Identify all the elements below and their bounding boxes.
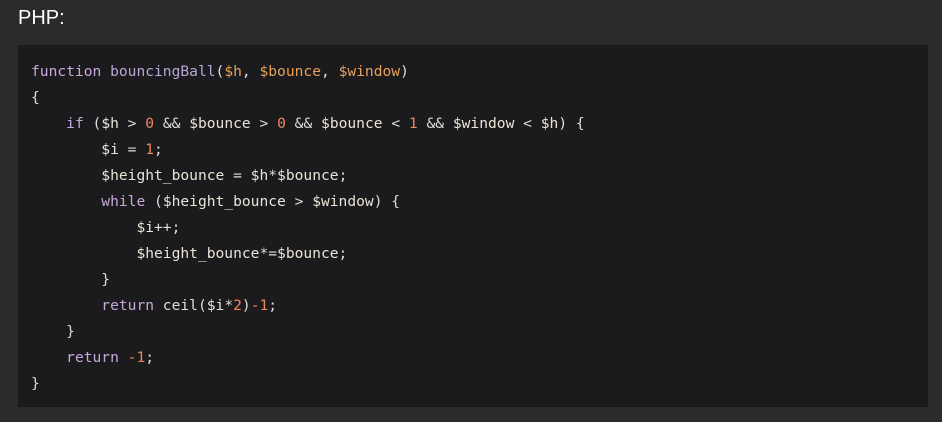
code-token: return	[66, 349, 119, 366]
code-token: $height_bounce	[101, 167, 225, 184]
code-token: ;	[338, 245, 348, 262]
code-token: while	[101, 193, 146, 210]
code-token: }	[31, 375, 40, 392]
code-token: 0	[277, 115, 286, 132]
code-token: =	[118, 141, 146, 158]
code-token: $bounce	[277, 245, 339, 262]
code-line: }	[31, 319, 585, 345]
code-token: return	[101, 297, 155, 314]
code-token: ;	[268, 297, 278, 314]
code-token: ) {	[558, 115, 585, 132]
php-code[interactable]: function bouncingBall($h, $bounce, $wind…	[31, 59, 585, 397]
code-token: 1	[408, 115, 418, 132]
code-token: ceil(	[154, 297, 207, 314]
code-token: -1	[127, 349, 146, 366]
code-token: }	[101, 271, 111, 288]
code-token: (	[215, 63, 225, 80]
code-token: $h	[224, 63, 242, 80]
code-token: $h	[540, 115, 559, 132]
code-line: $i = 1;	[31, 137, 585, 163]
code-line: $height_bounce*=$bounce;	[31, 241, 585, 267]
code-token: =	[224, 167, 251, 184]
code-line: {	[31, 85, 585, 111]
code-token: )	[400, 63, 409, 80]
code-line: return -1;	[31, 345, 585, 371]
code-token: &&	[154, 115, 190, 132]
code-token: $height_bounce	[162, 193, 286, 210]
code-block[interactable]: function bouncingBall($h, $bounce, $wind…	[18, 45, 928, 407]
code-token: )	[241, 297, 251, 314]
code-line: while ($height_bounce > $window) {	[31, 189, 585, 215]
code-line: $height_bounce = $h*$bounce;	[31, 163, 585, 189]
code-token: >	[118, 115, 146, 132]
code-line: $i++;	[31, 215, 585, 241]
code-token: (	[145, 193, 163, 210]
code-token: $window	[338, 63, 401, 80]
code-token: }	[66, 323, 75, 340]
code-token: ;	[154, 141, 163, 158]
code-line: if ($h > 0 && $bounce > 0 && $bounce < 1…	[31, 111, 585, 137]
code-token: ++;	[154, 219, 181, 236]
next-section-text-cutoff	[18, 412, 198, 422]
code-token: {	[31, 89, 40, 106]
code-token: &&	[285, 115, 322, 132]
code-token: <	[514, 115, 541, 132]
code-token: 2	[233, 297, 242, 314]
code-token: $window	[312, 193, 374, 210]
code-token: $bounce	[189, 115, 251, 132]
code-token: 0	[145, 115, 155, 132]
code-token: 1	[145, 141, 155, 158]
code-token: *	[268, 167, 278, 184]
language-label: PHP:	[18, 7, 65, 29]
code-token: (	[83, 115, 102, 132]
code-token: >	[285, 193, 313, 210]
code-token: <	[382, 115, 409, 132]
code-token: ) {	[373, 193, 401, 210]
code-token: &&	[417, 115, 453, 132]
code-token: $bounce	[321, 115, 383, 132]
code-token: *=	[259, 245, 278, 262]
code-line: }	[31, 371, 585, 397]
code-line: }	[31, 267, 585, 293]
code-token: >	[250, 115, 278, 132]
code-token: $bounce	[259, 63, 321, 80]
code-token: $i	[101, 141, 119, 158]
code-token: ;	[338, 167, 348, 184]
code-token: function	[31, 63, 102, 80]
code-line: function bouncingBall($h, $bounce, $wind…	[31, 59, 585, 85]
code-token: ,	[321, 63, 339, 80]
code-line: return ceil($i*2)-1;	[31, 293, 585, 319]
code-token: bouncingBall	[110, 63, 216, 80]
code-token: $i	[206, 297, 225, 314]
code-token: ;	[145, 349, 155, 366]
code-token: ,	[241, 63, 260, 80]
code-token: if	[66, 115, 84, 132]
code-token: -1	[250, 297, 269, 314]
code-token: $bounce	[277, 167, 339, 184]
code-token: $height_bounce	[136, 245, 260, 262]
code-token: $window	[452, 115, 515, 132]
code-token: *	[224, 297, 234, 314]
code-token: $h	[101, 115, 119, 132]
code-token: $h	[250, 167, 269, 184]
code-token: $i	[136, 219, 155, 236]
